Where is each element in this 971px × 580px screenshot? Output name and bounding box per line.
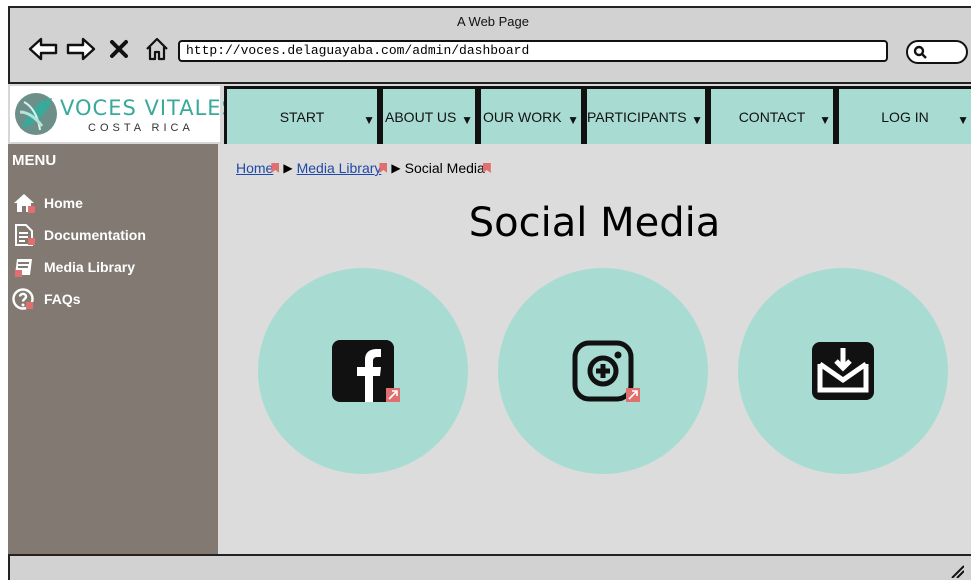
facebook-icon bbox=[332, 340, 394, 402]
home-icon bbox=[14, 194, 35, 213]
facebook-link[interactable] bbox=[258, 268, 468, 474]
sidebar-item-label: Documentation bbox=[44, 227, 146, 243]
nav-participants[interactable]: PARTICIPANTS ▼ bbox=[584, 86, 708, 148]
instagram-icon bbox=[572, 340, 634, 402]
leaf-logo-icon bbox=[15, 93, 57, 135]
document-icon bbox=[15, 224, 35, 246]
nav-contact[interactable]: CONTACT ▼ bbox=[708, 86, 836, 148]
home-icon[interactable] bbox=[142, 34, 172, 64]
email-link[interactable] bbox=[738, 268, 948, 474]
chevron-down-icon: ▼ bbox=[461, 113, 473, 127]
nav-our-work-label: OUR WORK bbox=[483, 109, 562, 125]
window-title: A Web Page bbox=[456, 14, 530, 29]
book-icon bbox=[15, 259, 32, 277]
chevron-down-icon: ▼ bbox=[567, 113, 579, 127]
page-title: Social Media bbox=[468, 200, 721, 246]
breadcrumb-home-link[interactable]: Home bbox=[236, 160, 273, 176]
link-marker-icon bbox=[379, 163, 388, 173]
nav-log-in-label: LOG IN bbox=[881, 109, 929, 125]
browser-status-bar bbox=[8, 554, 971, 580]
close-x-icon[interactable] bbox=[104, 34, 134, 64]
sidebar-item-media-library[interactable]: Media Library bbox=[12, 254, 135, 280]
logo-title: VOCES VITALES bbox=[60, 96, 236, 120]
sidebar: MENU Home Documentation Media Library FA… bbox=[8, 144, 218, 554]
breadcrumb: Home ▶ Media Library ▶ Social Media bbox=[236, 160, 491, 176]
forward-arrow-icon[interactable] bbox=[66, 34, 96, 64]
breadcrumb-current: Social Media bbox=[404, 160, 485, 176]
sidebar-item-documentation[interactable]: Documentation bbox=[12, 222, 146, 248]
chevron-down-icon: ▼ bbox=[691, 113, 703, 127]
nav-contact-label: CONTACT bbox=[738, 109, 806, 125]
browser-nav-icons bbox=[28, 34, 172, 64]
instagram-link[interactable] bbox=[498, 268, 708, 474]
sidebar-item-label: Home bbox=[44, 195, 83, 211]
site-logo[interactable]: VOCES VITALES COSTA RICA bbox=[10, 86, 235, 142]
nav-log-in[interactable]: LOG IN ▼ bbox=[836, 86, 971, 148]
browser-search-field[interactable] bbox=[906, 40, 968, 64]
breadcrumb-media-library-link[interactable]: Media Library bbox=[297, 160, 382, 176]
email-icon bbox=[812, 342, 874, 400]
nav-about-us-label: ABOUT US bbox=[385, 109, 457, 125]
external-link-icon bbox=[386, 388, 400, 402]
search-icon bbox=[913, 45, 927, 59]
back-arrow-icon[interactable] bbox=[28, 34, 58, 64]
sidebar-item-label: Media Library bbox=[44, 259, 136, 275]
breadcrumb-separator-icon: ▶ bbox=[283, 161, 293, 175]
nav-about-us[interactable]: ABOUT US ▼ bbox=[380, 86, 478, 148]
sidebar-item-home[interactable]: Home bbox=[12, 190, 83, 216]
sidebar-item-label: FAQs bbox=[44, 291, 81, 307]
nav-start-label: START bbox=[279, 109, 325, 125]
sidebar-title: MENU bbox=[12, 152, 57, 169]
external-link-icon bbox=[626, 388, 640, 402]
logo-subtitle: COSTA RICA bbox=[88, 122, 194, 134]
chevron-down-icon: ▼ bbox=[957, 113, 969, 127]
sidebar-item-faqs[interactable]: FAQs bbox=[12, 286, 81, 312]
link-marker-icon bbox=[271, 163, 280, 173]
main-content: Home ▶ Media Library ▶ Social Media Soci… bbox=[218, 144, 971, 554]
browser-window-chrome: A Web Page http://voces.delaguayaba.com/… bbox=[8, 6, 971, 84]
link-marker-icon bbox=[482, 163, 491, 173]
address-bar[interactable]: http://voces.delaguayaba.com/admin/dashb… bbox=[178, 40, 888, 62]
site-header: VOCES VITALES COSTA RICA START ▼ ABOUT U… bbox=[8, 84, 971, 148]
nav-start[interactable]: START ▼ bbox=[224, 86, 380, 148]
chevron-down-icon: ▼ bbox=[363, 113, 375, 127]
resize-grip-icon[interactable] bbox=[950, 564, 964, 578]
breadcrumb-separator-icon: ▶ bbox=[391, 161, 401, 175]
nav-our-work[interactable]: OUR WORK ▼ bbox=[478, 86, 584, 148]
nav-participants-label: PARTICIPANTS bbox=[587, 109, 687, 125]
question-icon bbox=[12, 288, 34, 310]
chevron-down-icon: ▼ bbox=[819, 113, 831, 127]
